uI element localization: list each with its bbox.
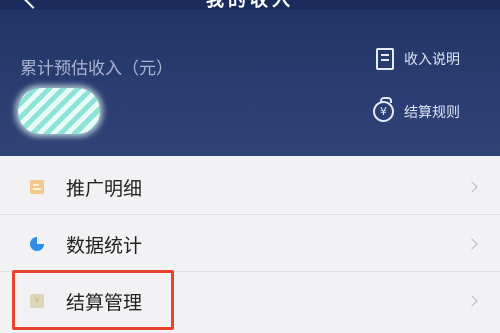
yen-bag-icon: ¥	[373, 97, 394, 122]
income-summary-header: 累计预估收入（元） 收入说明 ¥ 结算规则	[0, 10, 500, 156]
top-nav-bar: 我的收入	[0, 0, 500, 10]
settlement-rules-label: 结算规则	[404, 104, 460, 121]
income-screen: 我的收入 累计预估收入（元） 收入说明 ¥ 结算规则 推广明细 数据统计 ¥	[0, 0, 500, 333]
menu-item-promotion-details[interactable]: 推广明细	[0, 158, 500, 216]
menu-item-label: 推广明细	[66, 177, 143, 200]
menu-item-label: 数据统计	[66, 234, 143, 257]
settlement-rules-link[interactable]: ¥ 结算规则	[373, 97, 460, 122]
cumulative-income-label: 累计预估收入（元）	[20, 59, 173, 79]
page-title: 我的收入	[0, 0, 500, 10]
chevron-right-icon	[466, 295, 478, 307]
chevron-right-icon	[466, 181, 478, 193]
income-info-link[interactable]: 收入说明	[376, 48, 460, 70]
menu-item-data-statistics[interactable]: 数据统计	[0, 215, 500, 273]
highlight-annotation-box	[12, 270, 174, 330]
document-icon	[376, 48, 394, 70]
blurred-income-amount	[18, 88, 100, 134]
income-info-label: 收入说明	[404, 52, 460, 68]
pie-chart-icon	[30, 237, 44, 251]
document-list-icon	[30, 180, 44, 194]
chevron-right-icon	[466, 238, 478, 250]
